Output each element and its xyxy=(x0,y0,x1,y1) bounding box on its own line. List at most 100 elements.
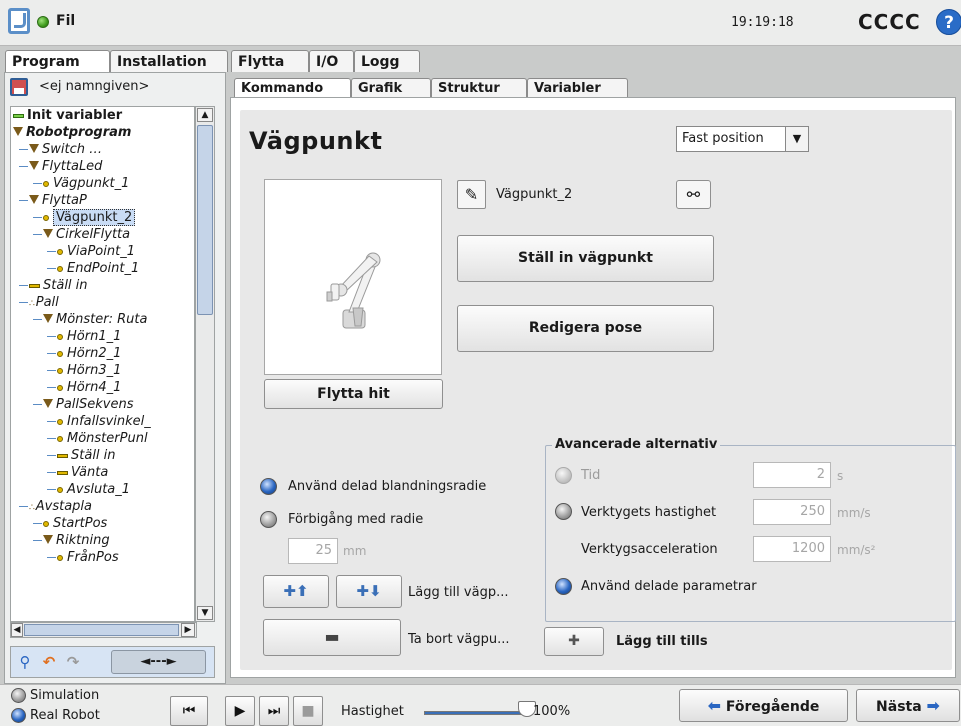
tree-node[interactable]: Robotprogram xyxy=(13,124,131,141)
tree-node[interactable]: PallSekvens xyxy=(43,396,134,413)
scroll-down-icon[interactable]: ▼ xyxy=(197,606,213,620)
tree-node[interactable]: Init variabler xyxy=(13,107,122,124)
tab-program[interactable]: Program xyxy=(5,50,110,73)
tree-node[interactable]: FrånPos xyxy=(57,549,119,566)
previous-button[interactable]: ⬅ Föregående xyxy=(679,689,848,722)
remove-waypoint-button[interactable]: ▬ xyxy=(263,619,401,656)
tree-node[interactable]: CirkelFlytta xyxy=(43,226,130,243)
scroll-thumb[interactable] xyxy=(197,125,213,315)
horizontal-scroll-thumb[interactable] xyxy=(24,624,179,636)
tool-speed-input[interactable]: 250 xyxy=(753,499,831,525)
tree-node[interactable]: Vägpunkt_1 xyxy=(43,175,129,192)
tree-guide-line xyxy=(33,183,42,184)
waypoint-dot-icon xyxy=(57,350,63,357)
tree-node[interactable]: Hörn1_1 xyxy=(57,328,121,345)
tree-horizontal-scrollbar[interactable]: ◀ ▶ xyxy=(10,622,197,638)
tab-grafik[interactable]: Grafik xyxy=(351,78,431,98)
scroll-right-icon[interactable]: ▶ xyxy=(181,623,195,637)
tree-node-label: ViaPoint_1 xyxy=(67,244,135,259)
help-icon[interactable]: ? xyxy=(936,9,961,35)
robot-arm-icon xyxy=(326,252,381,329)
tree-node[interactable]: ∴ Pall xyxy=(29,294,59,311)
set-waypoint-button[interactable]: Ställ in vägpunkt xyxy=(457,235,714,282)
pencil-icon: ✎ xyxy=(464,185,479,204)
tree-node-label: FrånPos xyxy=(67,550,119,565)
stop-button[interactable]: ■ xyxy=(293,696,323,726)
tree-node[interactable]: Hörn2_1 xyxy=(57,345,121,362)
shared-blend-radio[interactable] xyxy=(260,478,277,495)
tab-kommando[interactable]: Kommando xyxy=(234,78,351,99)
blend-radius-label: Förbigång med radie xyxy=(288,512,424,527)
tree-node[interactable]: Avsluta_1 xyxy=(57,481,130,498)
speed-slider[interactable] xyxy=(424,711,524,715)
shared-blend-label: Använd delad blandningsradie xyxy=(288,479,487,494)
step-button[interactable]: ⏭ xyxy=(259,696,289,726)
move-node-button[interactable]: ◄---► xyxy=(111,650,206,674)
tree-node[interactable]: Switch … xyxy=(29,141,102,158)
tab-io[interactable]: I/O xyxy=(309,50,354,72)
robot-preview xyxy=(264,179,442,375)
undo-icon[interactable]: ↶ xyxy=(39,652,59,672)
set-bar-icon xyxy=(57,470,68,475)
tree-guide-line xyxy=(19,302,28,303)
tab-installation[interactable]: Installation xyxy=(110,50,228,72)
simulation-radio[interactable] xyxy=(11,688,26,703)
tree-node[interactable]: ∴ Avstapla xyxy=(29,498,92,515)
edit-name-button[interactable]: ✎ xyxy=(457,180,486,209)
next-button[interactable]: Nästa ➡ xyxy=(856,689,960,722)
tree-node[interactable]: Ställ in xyxy=(57,447,116,464)
scroll-up-icon[interactable]: ▲ xyxy=(197,108,213,122)
tab-struktur[interactable]: Struktur xyxy=(431,78,527,98)
waypoint-dot-icon xyxy=(57,435,63,442)
tree-node[interactable]: StartPos xyxy=(43,515,107,532)
blend-radius-input[interactable]: 25 xyxy=(288,538,338,564)
redo-icon[interactable]: ↷ xyxy=(63,652,83,672)
move-here-button[interactable]: Flytta hit xyxy=(264,379,443,409)
real-robot-radio[interactable] xyxy=(11,708,26,723)
tree-node[interactable]: Vägpunkt_2 xyxy=(43,209,136,226)
time-input[interactable]: 2 xyxy=(753,462,831,488)
file-menu[interactable]: Fil xyxy=(56,13,75,29)
tree-node-label: Ställ in xyxy=(71,448,116,463)
search-icon[interactable]: ⚲ xyxy=(15,652,35,672)
position-type-select[interactable]: Fast position ▼ xyxy=(676,126,809,152)
tree-node[interactable]: Ställ in xyxy=(29,277,88,294)
chevron-down-icon[interactable]: ▼ xyxy=(785,127,808,151)
tree-vertical-scrollbar[interactable]: ▲ ▼ xyxy=(195,106,215,622)
tree-guide-line xyxy=(47,353,56,354)
blend-radius-radio[interactable] xyxy=(260,511,277,528)
tree-node[interactable]: EndPoint_1 xyxy=(57,260,139,277)
tree-node[interactable]: Hörn3_1 xyxy=(57,362,121,379)
tab-logg[interactable]: Logg xyxy=(354,50,420,72)
link-button[interactable]: ⚯ xyxy=(676,180,711,209)
add-waypoint-after-button[interactable]: ✚⬇ xyxy=(336,575,402,608)
expand-triangle-icon xyxy=(13,127,23,136)
tree-node[interactable]: FlyttaP xyxy=(29,192,87,209)
edit-pose-button[interactable]: Redigera pose xyxy=(457,305,714,352)
tree-node-label: Robotprogram xyxy=(26,125,132,140)
tool-accel-input[interactable]: 1200 xyxy=(753,536,831,562)
tree-node-label: Vägpunkt_1 xyxy=(53,176,130,191)
tree-node[interactable]: MönsterPunl xyxy=(57,430,148,447)
play-button[interactable]: ▶ xyxy=(225,696,255,726)
program-tree[interactable]: Init variabler Robotprogram Switch … Flytta… xyxy=(10,106,195,622)
waypoint-dot-icon xyxy=(57,367,63,374)
tree-node-label: Pall xyxy=(35,295,59,310)
save-icon[interactable] xyxy=(10,78,28,96)
tab-variabler[interactable]: Variabler xyxy=(527,78,628,98)
tool-speed-radio[interactable] xyxy=(555,503,572,520)
tree-node[interactable]: Mönster: Ruta xyxy=(43,311,147,328)
tree-node[interactable]: ViaPoint_1 xyxy=(57,243,135,260)
tree-node[interactable]: Infallsvinkel_ xyxy=(57,413,151,430)
add-waypoint-before-button[interactable]: ✚⬆ xyxy=(263,575,329,608)
tree-node[interactable]: Hörn4_1 xyxy=(57,379,121,396)
add-until-button[interactable]: ✚ xyxy=(544,627,604,656)
tree-node[interactable]: FlyttaLed xyxy=(29,158,102,175)
scroll-left-icon[interactable]: ◀ xyxy=(11,623,23,637)
tree-node[interactable]: Riktning xyxy=(43,532,110,549)
tab-flytta[interactable]: Flytta xyxy=(231,50,309,72)
tree-node[interactable]: Vänta xyxy=(57,464,108,481)
skip-to-start-button[interactable]: ⏮ xyxy=(170,696,208,726)
shared-params-radio[interactable] xyxy=(555,578,572,595)
time-radio[interactable] xyxy=(555,467,572,484)
